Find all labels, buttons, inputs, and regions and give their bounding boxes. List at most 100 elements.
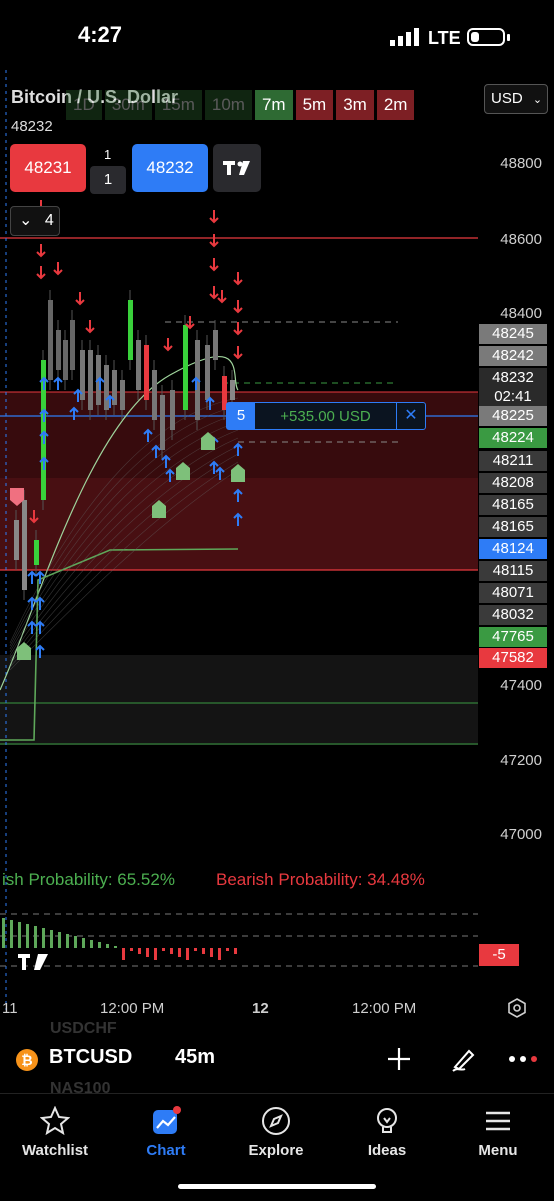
time-axis-label: 12 [252, 1000, 269, 1017]
candle [22, 500, 27, 590]
oscillator-bar [146, 948, 149, 957]
timeframe-button-7[interactable]: 2m [376, 90, 415, 120]
timeframe-button-6[interactable]: 3m [336, 90, 374, 120]
interval-selector[interactable]: 45m [175, 1046, 215, 1069]
candle [205, 345, 210, 400]
oscillator-bar [194, 948, 197, 951]
time-axis-label: 12:00 PM [352, 1000, 417, 1017]
oscillator-bar [18, 922, 21, 948]
oscillator-value-tag: -5 [479, 944, 519, 966]
candle [144, 345, 149, 400]
sell-signal-arrow [53, 262, 63, 276]
candle [152, 370, 157, 420]
timeframe-button-2[interactable]: 15m [154, 90, 202, 120]
oscillator-bar [130, 948, 133, 951]
nav-watchlist[interactable]: Watchlist [10, 1106, 100, 1159]
candle [34, 540, 39, 565]
currency-label: USD [491, 90, 523, 107]
battery-icon [467, 28, 505, 46]
oscillator-bar [26, 924, 29, 948]
candle [48, 300, 53, 380]
sell-signal-arrow [233, 300, 243, 314]
price-tag: 47765 [479, 627, 547, 647]
ghost-symbol-above: USDCHF [50, 1020, 117, 1037]
oscillator-bar [10, 920, 13, 948]
oscillator-bar [162, 948, 165, 951]
nav-label: Ideas [367, 1142, 407, 1159]
nav-label: Explore [248, 1142, 304, 1159]
bullish-probability: ish Probability: 65.52% [2, 870, 175, 889]
symbol-selector[interactable]: BTCUSD [49, 1046, 132, 1069]
price-tag: 48232 [479, 368, 547, 388]
candle [14, 520, 19, 560]
chevron-down-icon: ⌄ [532, 94, 543, 106]
sell-signal-arrow [209, 258, 219, 272]
status-time: 4:27 [78, 22, 123, 47]
timeframe-button-1[interactable]: 30m [104, 90, 152, 120]
nav-explore[interactable]: Explore [231, 1106, 321, 1159]
drawing-tool-icon[interactable] [449, 1045, 477, 1073]
oscillator-bar [82, 938, 85, 948]
buy-signal-arrow [27, 570, 37, 584]
tradingview-watermark-icon [18, 954, 48, 970]
tradingview-logo-button[interactable] [213, 144, 261, 192]
sell-signal-arrow [209, 234, 219, 248]
candle [230, 380, 235, 400]
oscillator-bar [226, 948, 229, 951]
nav-label: Chart [146, 1142, 186, 1159]
timeframe-button-3[interactable]: 10m [204, 90, 252, 120]
axis-label: 48600 [500, 231, 542, 248]
neutral-zone [0, 655, 478, 745]
price-tag: 48242 [479, 346, 547, 366]
timeframe-button-5[interactable]: 5m [295, 90, 334, 120]
price-tag: 48071 [479, 583, 547, 603]
position-quantity: 5 [227, 403, 255, 429]
indicators-toggle[interactable]: ⌄ 4 [10, 206, 60, 236]
sell-signal-arrow [85, 320, 95, 334]
compass-icon [262, 1107, 290, 1135]
nav-ideas[interactable]: Ideas [342, 1106, 432, 1159]
oscillator-bar [50, 930, 53, 948]
sell-signal-arrow [209, 210, 219, 224]
chart-icon [153, 1106, 181, 1134]
more-options-icon[interactable] [508, 1052, 538, 1066]
position-line-label[interactable]: 5 +535.00 USD ✕ [226, 402, 426, 430]
chart-settings-icon[interactable] [507, 998, 527, 1018]
timeframe-button-0[interactable]: 1D [66, 90, 102, 120]
axis-label: 47000 [500, 826, 542, 843]
candle [63, 340, 68, 380]
price-tag: 48245 [479, 324, 547, 344]
nav-menu[interactable]: Menu [453, 1106, 543, 1159]
price-tag: 47582 [479, 648, 547, 668]
sell-signal-arrow [217, 290, 227, 304]
close-position-icon[interactable]: ✕ [396, 403, 425, 429]
nav-chart[interactable]: Chart [121, 1106, 211, 1159]
oscillator-bar [218, 948, 221, 960]
timeframe-bar: 1D 30m 15m 10m 7m 5m 3m 2m [66, 90, 415, 120]
sell-button[interactable]: 48231 [10, 144, 86, 192]
candle [128, 300, 133, 360]
nav-label: Menu [478, 1142, 518, 1159]
indicator-count: 4 [44, 212, 54, 229]
sell-signal-arrow [233, 272, 243, 286]
oscillator-bar [42, 928, 45, 948]
quantity-field[interactable]: 1 [90, 166, 126, 194]
oscillator-bar [2, 918, 5, 948]
price-tag: 48124 [479, 539, 547, 559]
oscillator-bar [34, 926, 37, 948]
oscillator-bar [202, 948, 205, 954]
last-price: 48232 [11, 118, 53, 135]
price-tag: 48165 [479, 495, 547, 515]
oscillator-bar [74, 936, 77, 948]
buy-button[interactable]: 48232 [132, 144, 208, 192]
plus-icon[interactable] [386, 1046, 412, 1072]
timeframe-button-4[interactable]: 7m [254, 90, 293, 120]
nav-label: Watchlist [21, 1142, 89, 1159]
sell-signal-arrow [36, 266, 46, 280]
currency-select[interactable]: USD ⌄ [484, 84, 548, 114]
oscillator-bar [210, 948, 213, 957]
oscillator-bar [186, 948, 189, 960]
oscillator-bar [178, 948, 181, 957]
bearish-probability: Bearish Probability: 34.48% [216, 870, 425, 889]
buy-signal-arrow [53, 376, 63, 390]
